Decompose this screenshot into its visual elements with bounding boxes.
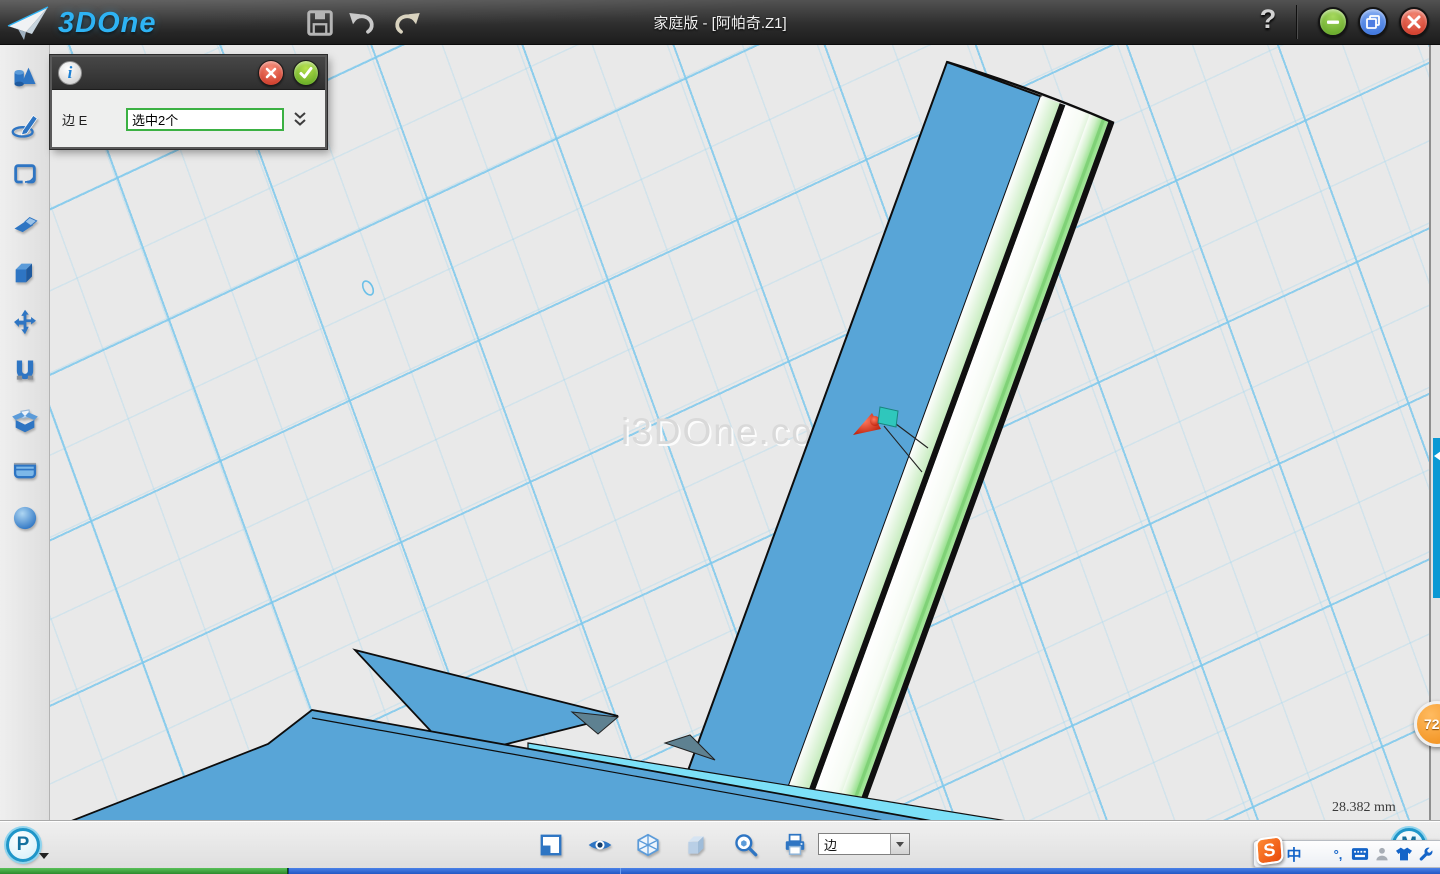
- edge-selection-input[interactable]: [126, 108, 284, 131]
- save-icon: [305, 8, 335, 38]
- shaded-cube-icon: [684, 832, 710, 858]
- tool-basin[interactable]: [7, 451, 43, 487]
- expand-button[interactable]: [292, 110, 308, 128]
- confirm-check-icon: [298, 65, 314, 81]
- left-toolbar: [0, 45, 50, 820]
- taskbar-tasks-edge: [289, 868, 1440, 874]
- tool-sketch-edit[interactable]: [7, 157, 43, 193]
- caret-down-icon: [896, 842, 904, 847]
- open-box-icon: [11, 406, 39, 434]
- moon-icon: [1308, 846, 1325, 863]
- app-logo: 3DOne: [6, 3, 156, 43]
- confirm-button[interactable]: [293, 60, 319, 86]
- titlebar-separator: [1296, 5, 1297, 39]
- edge-selection-dialog: i 边 E: [50, 55, 327, 149]
- wrench-icon: [1418, 846, 1434, 862]
- undo-button[interactable]: [346, 6, 380, 39]
- model-viewport[interactable]: i3DOne.com i3DOne.com: [50, 45, 1429, 820]
- wireframe-cube-icon: [635, 832, 661, 858]
- tool-render[interactable]: [7, 500, 43, 536]
- wireframe-view-button[interactable]: [633, 830, 663, 860]
- help-button[interactable]: ?: [1252, 4, 1284, 40]
- profile-p-button[interactable]: P: [6, 828, 40, 862]
- shaded-view-button[interactable]: [682, 830, 712, 860]
- edge-field-label: 边 E: [62, 110, 126, 129]
- titlebar: 3DOne 家庭版 - [阿帕奇.Z1] ?: [0, 0, 1440, 45]
- move-arrows-icon: [11, 308, 39, 336]
- redo-icon: [390, 8, 422, 38]
- close-icon: [1405, 13, 1423, 31]
- rounded-square-icon: [11, 161, 39, 189]
- print-button[interactable]: [780, 830, 810, 860]
- info-icon: i: [58, 61, 82, 85]
- ime-settings-button[interactable]: [1415, 841, 1437, 867]
- paper-plane-icon: [6, 4, 50, 42]
- undo-icon: [347, 8, 379, 38]
- printer-icon: [782, 832, 808, 858]
- origin-marker: [361, 279, 376, 296]
- scene-canvas: i3DOne.com i3DOne.com: [50, 45, 1429, 820]
- double-chevron-down-icon: [292, 110, 308, 128]
- soft-keyboard-icon: [1351, 847, 1369, 861]
- close-button[interactable]: [1399, 7, 1429, 37]
- teal-flag-handle[interactable]: [878, 407, 898, 427]
- sphere-icon: [11, 504, 39, 532]
- arrow-left-icon: [1434, 451, 1440, 461]
- selection-filter-combo[interactable]: 边: [818, 833, 910, 855]
- ime-toolbar: S 中 °,: [1253, 840, 1440, 868]
- ime-keyboard-button[interactable]: [1349, 841, 1371, 867]
- os-taskbar-edge: [0, 868, 1440, 874]
- dialog-header: i: [52, 57, 325, 90]
- redo-button[interactable]: [389, 6, 423, 39]
- save-button[interactable]: [303, 6, 337, 39]
- combo-dropdown-button[interactable]: [890, 834, 909, 854]
- magnet-icon: [11, 357, 39, 385]
- tool-combine[interactable]: [7, 402, 43, 438]
- cube-icon: [11, 259, 39, 287]
- tool-trim[interactable]: [7, 206, 43, 242]
- dimension-readout: 28.382 mm: [1332, 800, 1396, 815]
- filter-value: 边: [819, 835, 890, 854]
- tool-primitives[interactable]: [7, 59, 43, 95]
- ime-shape-toggle[interactable]: [1305, 841, 1327, 867]
- minimize-icon: [1324, 13, 1342, 31]
- cancel-x-icon: [264, 66, 278, 80]
- ime-account-button[interactable]: [1371, 841, 1393, 867]
- tool-sketch[interactable]: [7, 108, 43, 144]
- brand-name: 3DOne: [58, 7, 156, 40]
- ime-skin-button[interactable]: [1393, 841, 1415, 867]
- cancel-button[interactable]: [258, 60, 284, 86]
- visibility-button[interactable]: [585, 830, 615, 860]
- p-menu-caret[interactable]: [39, 853, 49, 859]
- taskbar-separator: [620, 868, 621, 874]
- plane-view-button[interactable]: [536, 830, 566, 860]
- restore-icon: [1364, 13, 1382, 31]
- ime-punct-toggle[interactable]: °,: [1327, 841, 1349, 867]
- basin-icon: [11, 455, 39, 483]
- bottom-toolbar: 边: [0, 820, 1440, 868]
- restore-button[interactable]: [1358, 7, 1388, 37]
- tool-assembly[interactable]: [7, 353, 43, 389]
- eraser-icon: [11, 210, 39, 238]
- start-button-edge: [0, 868, 288, 874]
- eye-icon: [586, 832, 614, 858]
- person-icon: [1374, 846, 1390, 862]
- magnifier-icon: [733, 832, 759, 858]
- minimize-button[interactable]: [1318, 7, 1348, 37]
- tool-feature[interactable]: [7, 255, 43, 291]
- ime-lang-toggle[interactable]: 中: [1283, 841, 1305, 867]
- zoom-button[interactable]: [731, 830, 761, 860]
- sogou-logo-icon[interactable]: S: [1255, 835, 1284, 866]
- panel-collapse-tab[interactable]: [1433, 438, 1440, 598]
- dialog-body: 边 E: [52, 90, 325, 148]
- tool-move[interactable]: [7, 304, 43, 340]
- primitives-icon: [11, 63, 39, 91]
- shirt-icon: [1395, 846, 1413, 862]
- plane-corner-icon: [538, 832, 564, 858]
- sketch-pen-icon: [11, 112, 39, 140]
